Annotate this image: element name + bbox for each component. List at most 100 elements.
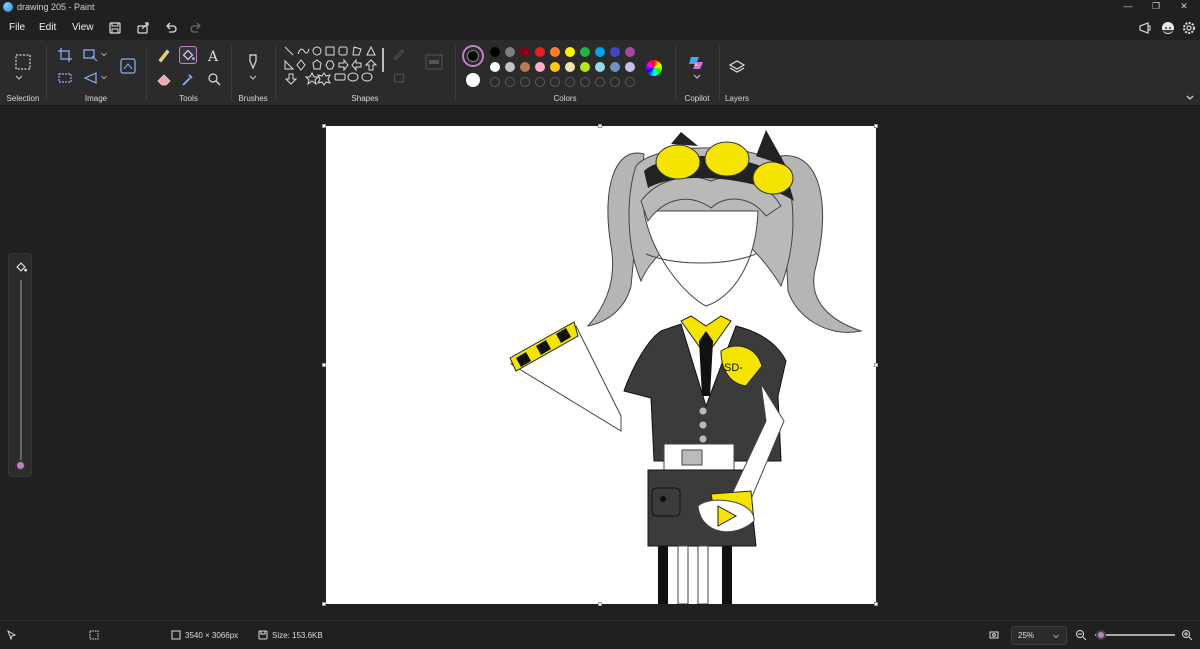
chevron-down-icon[interactable] bbox=[100, 50, 108, 58]
minimize-button[interactable]: — bbox=[1116, 0, 1140, 14]
tools-group-label: Tools bbox=[179, 94, 198, 103]
fill-bucket-icon[interactable] bbox=[179, 46, 197, 64]
primary-color-swatch[interactable] bbox=[462, 45, 484, 67]
custom-color-slot[interactable] bbox=[520, 77, 530, 87]
color-swatch[interactable] bbox=[595, 62, 605, 72]
custom-color-slot[interactable] bbox=[610, 77, 620, 87]
color-swatch[interactable] bbox=[580, 62, 590, 72]
zoom-slider-thumb[interactable] bbox=[1096, 630, 1106, 640]
custom-color-slot[interactable] bbox=[595, 77, 605, 87]
fill-bucket-icon bbox=[16, 262, 28, 272]
menu-file[interactable]: File bbox=[9, 20, 25, 36]
color-swatch[interactable] bbox=[520, 47, 530, 57]
chevron-down-icon[interactable] bbox=[14, 72, 24, 82]
drawing-canvas[interactable]: SD- bbox=[326, 126, 876, 604]
menu-view[interactable]: View bbox=[72, 20, 94, 36]
shapes-scrollbar[interactable] bbox=[382, 48, 384, 72]
status-bar: 3540 × 3066px Size: 153.6KB 25% bbox=[0, 620, 1200, 649]
color-swatch[interactable] bbox=[550, 47, 560, 57]
color-swatch[interactable] bbox=[625, 62, 635, 72]
color-swatch[interactable] bbox=[625, 47, 635, 57]
color-swatch[interactable] bbox=[610, 47, 620, 57]
chevron-down-icon[interactable] bbox=[100, 73, 108, 81]
color-swatch[interactable] bbox=[490, 62, 500, 72]
custom-color-slot[interactable] bbox=[550, 77, 560, 87]
custom-color-slot[interactable] bbox=[535, 77, 545, 87]
rectangle-select-icon[interactable] bbox=[14, 53, 32, 71]
copilot-group-label: Copilot bbox=[684, 94, 710, 103]
shapes-gallery[interactable] bbox=[283, 45, 387, 91]
color-swatch[interactable] bbox=[580, 47, 590, 57]
color-swatch[interactable] bbox=[550, 62, 560, 72]
color-swatch[interactable] bbox=[505, 47, 515, 57]
secondary-color-swatch[interactable] bbox=[466, 73, 480, 87]
shape-outline-icon[interactable] bbox=[392, 47, 406, 61]
selection-group-label: Selection bbox=[6, 94, 40, 103]
magnifier-icon[interactable] bbox=[205, 70, 223, 88]
resize-handle[interactable] bbox=[322, 363, 326, 367]
save-icon[interactable] bbox=[107, 20, 123, 36]
brushes-group-label: Brushes bbox=[238, 94, 268, 103]
color-swatch[interactable] bbox=[595, 47, 605, 57]
zoom-out-icon[interactable] bbox=[1075, 629, 1087, 641]
custom-color-slot[interactable] bbox=[505, 77, 515, 87]
resize-handle[interactable] bbox=[874, 602, 878, 606]
ribbon-collapse-chevron-icon[interactable] bbox=[1185, 92, 1195, 102]
resize-handle[interactable] bbox=[322, 124, 326, 128]
copilot-icon[interactable] bbox=[687, 54, 705, 72]
custom-color-slot[interactable] bbox=[490, 77, 500, 87]
svg-text:SD-: SD- bbox=[724, 362, 743, 374]
svg-text:A: A bbox=[207, 49, 219, 64]
resize-handle[interactable] bbox=[598, 602, 602, 606]
image-group-label: Image bbox=[84, 94, 108, 103]
color-swatch[interactable] bbox=[505, 62, 515, 72]
pencil-icon[interactable] bbox=[155, 46, 173, 64]
menu-edit[interactable]: Edit bbox=[39, 20, 56, 36]
stroke-size-icon[interactable] bbox=[425, 54, 443, 70]
close-button[interactable]: ✕ bbox=[1172, 0, 1196, 14]
settings-gear-icon[interactable] bbox=[1181, 20, 1197, 36]
color-swatch[interactable] bbox=[535, 47, 545, 57]
feedback-icon[interactable] bbox=[1137, 20, 1153, 36]
edit-colors-icon[interactable] bbox=[646, 60, 662, 76]
brush-icon[interactable] bbox=[244, 52, 262, 70]
brush-size-thumb[interactable] bbox=[15, 460, 26, 471]
brush-size-track[interactable] bbox=[20, 280, 22, 465]
layers-icon[interactable] bbox=[728, 58, 746, 76]
color-swatch[interactable] bbox=[520, 62, 530, 72]
zoom-dropdown[interactable]: 25% bbox=[1011, 626, 1067, 645]
custom-color-slot[interactable] bbox=[625, 77, 635, 87]
chevron-down-icon bbox=[1053, 634, 1059, 639]
flip-icon[interactable] bbox=[82, 69, 100, 87]
redo-icon[interactable] bbox=[188, 20, 204, 36]
custom-color-slot[interactable] bbox=[580, 77, 590, 87]
eraser-icon[interactable] bbox=[155, 70, 173, 88]
resize-handle[interactable] bbox=[874, 363, 878, 367]
image-trace-icon[interactable] bbox=[56, 69, 74, 87]
shape-fill-icon[interactable] bbox=[392, 71, 406, 85]
custom-color-slot[interactable] bbox=[565, 77, 575, 87]
undo-icon[interactable] bbox=[163, 20, 179, 36]
resize-icon[interactable] bbox=[82, 46, 100, 64]
color-picker-icon[interactable] bbox=[179, 70, 197, 88]
resize-handle[interactable] bbox=[322, 602, 326, 606]
zoom-in-icon[interactable] bbox=[1181, 629, 1193, 641]
color-swatch[interactable] bbox=[565, 62, 575, 72]
account-avatar-icon[interactable] bbox=[1160, 20, 1176, 36]
color-swatch[interactable] bbox=[535, 62, 545, 72]
resize-handle[interactable] bbox=[598, 124, 602, 128]
menu-bar: File Edit View bbox=[0, 16, 1200, 40]
share-icon[interactable] bbox=[135, 20, 151, 36]
resize-handle[interactable] bbox=[874, 124, 878, 128]
chevron-down-icon[interactable] bbox=[248, 72, 258, 82]
zoom-slider-track[interactable] bbox=[1095, 634, 1175, 636]
color-swatch[interactable] bbox=[565, 47, 575, 57]
image-adjust-icon[interactable] bbox=[119, 57, 137, 75]
color-swatch[interactable] bbox=[490, 47, 500, 57]
crop-icon[interactable] bbox=[56, 46, 74, 64]
restore-button[interactable]: ❐ bbox=[1144, 0, 1168, 14]
chevron-down-icon[interactable] bbox=[692, 71, 702, 81]
color-swatch[interactable] bbox=[610, 62, 620, 72]
text-tool-icon[interactable]: A bbox=[205, 46, 223, 64]
fit-to-window-icon[interactable] bbox=[988, 629, 1000, 641]
